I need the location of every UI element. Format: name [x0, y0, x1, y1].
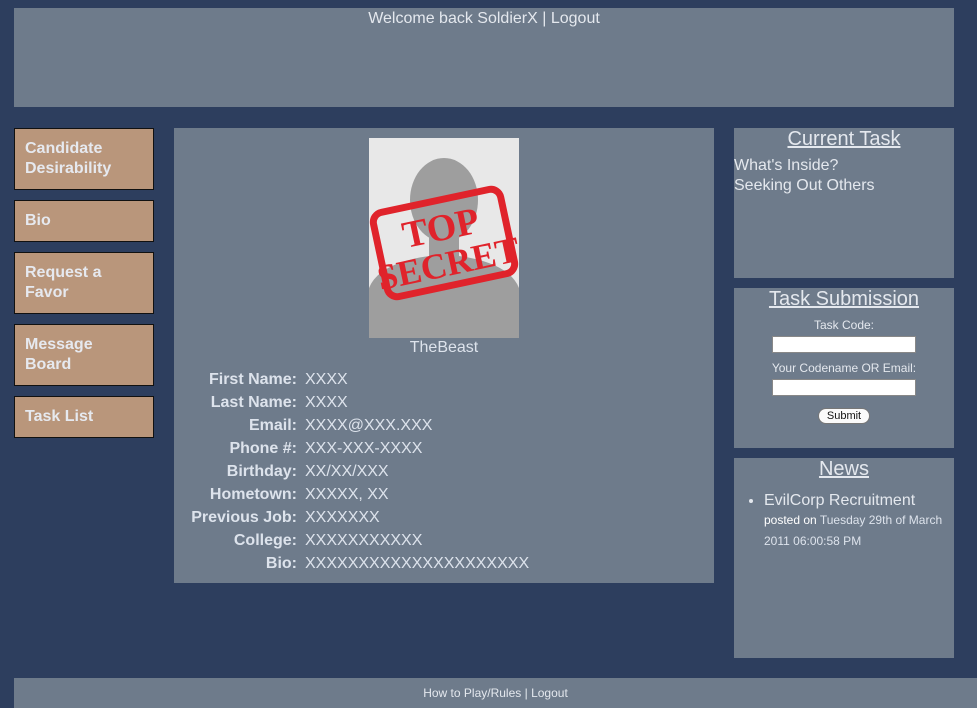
news-headline-link[interactable]: EvilCorp Recruitment [764, 492, 915, 509]
sidebar-item-task-list[interactable]: Task List [14, 396, 154, 438]
footer-separator: | [524, 686, 528, 700]
codename-email-label: Your Codename OR Email: [771, 361, 917, 375]
news-item: EvilCorp Recruitment posted on Tuesday 2… [764, 492, 954, 552]
field-label: Previous Job: [191, 509, 297, 526]
welcome-text: Welcome back SoldierX [368, 10, 538, 27]
profile-row-previous-job: Previous Job: XXXXXXX [174, 506, 714, 529]
header-separator: | [542, 10, 547, 27]
footer-logout-link[interactable]: Logout [531, 686, 568, 700]
sidebar-item-label: Message Board [25, 336, 93, 373]
field-label: First Name: [208, 371, 297, 388]
field-label: Email: [248, 417, 297, 434]
task-submission-title[interactable]: Task Submission [734, 288, 954, 310]
field-label: Phone #: [229, 440, 297, 457]
profile-fields: First Name: XXXX Last Name: XXXX Email: XXX… [174, 368, 714, 575]
footer-rules-link[interactable]: How to Play/Rules [423, 686, 521, 700]
field-label: Birthday: [226, 463, 297, 480]
codename: TheBeast [409, 339, 479, 356]
field-value: XXXXXXX [305, 509, 380, 526]
profile-row-bio: Bio: XXXXXXXXXXXXXXXXXXXXX [174, 552, 714, 575]
header: Welcome back SoldierX | Logout [14, 8, 954, 107]
field-label: Bio: [265, 555, 297, 572]
field-value: XXXXXXXXXXX [305, 532, 423, 549]
news-panel: News EvilCorp Recruitment posted on Tues… [734, 458, 954, 658]
silhouette-avatar-icon: TOP SECRET [369, 138, 519, 338]
field-value: XX/XX/XXX [305, 463, 389, 480]
sidebar-item-label: Request a Favor [25, 264, 102, 301]
news-meta: posted on Tuesday 29th of March 2011 06:… [764, 510, 954, 552]
footer: How to Play/Rules | Logout [14, 678, 977, 708]
news-posted-on-label: posted on [764, 513, 817, 527]
task-submission-panel: Task Submission Task Code: Your Codename… [734, 288, 954, 448]
news-list: EvilCorp Recruitment posted on Tuesday 2… [734, 492, 954, 552]
profile-row-first-name: First Name: XXXX [174, 368, 714, 391]
field-value: XXXX [305, 394, 348, 411]
sidebar-item-message-board[interactable]: Message Board [14, 324, 154, 386]
current-task-panel: Current Task What's Inside? Seeking Out … [734, 128, 954, 278]
sidebar-item-label: Bio [25, 212, 51, 229]
header-logout-link[interactable]: Logout [551, 10, 600, 27]
field-value: XXX-XXX-XXXX [305, 440, 423, 457]
sidebar-item-request-a-favor[interactable]: Request a Favor [14, 252, 154, 314]
field-value: XXXXXXXXXXXXXXXXXXXXX [305, 555, 530, 572]
profile-panel: TOP SECRET TheBeast First Name: XXXX Last… [174, 128, 714, 583]
current-task-list: What's Inside? Seeking Out Others [734, 156, 954, 196]
field-label: Last Name: [210, 394, 297, 411]
sidebar-item-label: Task List [25, 408, 94, 425]
profile-row-email: Email: XXXX@XXX.XXX [174, 414, 714, 437]
field-value: XXXXX, XX [305, 486, 389, 503]
task-item-whats-inside[interactable]: What's Inside? [734, 156, 954, 176]
field-label: Hometown: [209, 486, 297, 503]
profile-photo: TOP SECRET [369, 138, 519, 338]
news-title[interactable]: News [734, 458, 954, 480]
current-task-title[interactable]: Current Task [734, 128, 954, 150]
sidebar: Candidate Desirability Bio Request a Fav… [14, 128, 154, 448]
codename-email-input[interactable] [772, 379, 916, 396]
field-value: XXXX [305, 371, 348, 388]
task-code-label: Task Code: [813, 318, 875, 332]
submit-button[interactable]: Submit [817, 408, 871, 424]
sidebar-item-label: Candidate Desirability [25, 140, 112, 177]
task-item-seeking-out-others[interactable]: Seeking Out Others [734, 176, 954, 196]
field-label: College: [233, 532, 297, 549]
profile-row-birthday: Birthday: XX/XX/XXX [174, 460, 714, 483]
sidebar-item-bio[interactable]: Bio [14, 200, 154, 242]
profile-row-college: College: XXXXXXXXXXX [174, 529, 714, 552]
field-value: XXXX@XXX.XXX [305, 417, 433, 434]
welcome-bar: Welcome back SoldierX | Logout [14, 10, 954, 28]
profile-row-hometown: Hometown: XXXXX, XX [174, 483, 714, 506]
task-code-input[interactable] [772, 336, 916, 353]
sidebar-item-candidate-desirability[interactable]: Candidate Desirability [14, 128, 154, 190]
profile-row-phone: Phone #: XXX-XXX-XXXX [174, 437, 714, 460]
profile-row-last-name: Last Name: XXXX [174, 391, 714, 414]
